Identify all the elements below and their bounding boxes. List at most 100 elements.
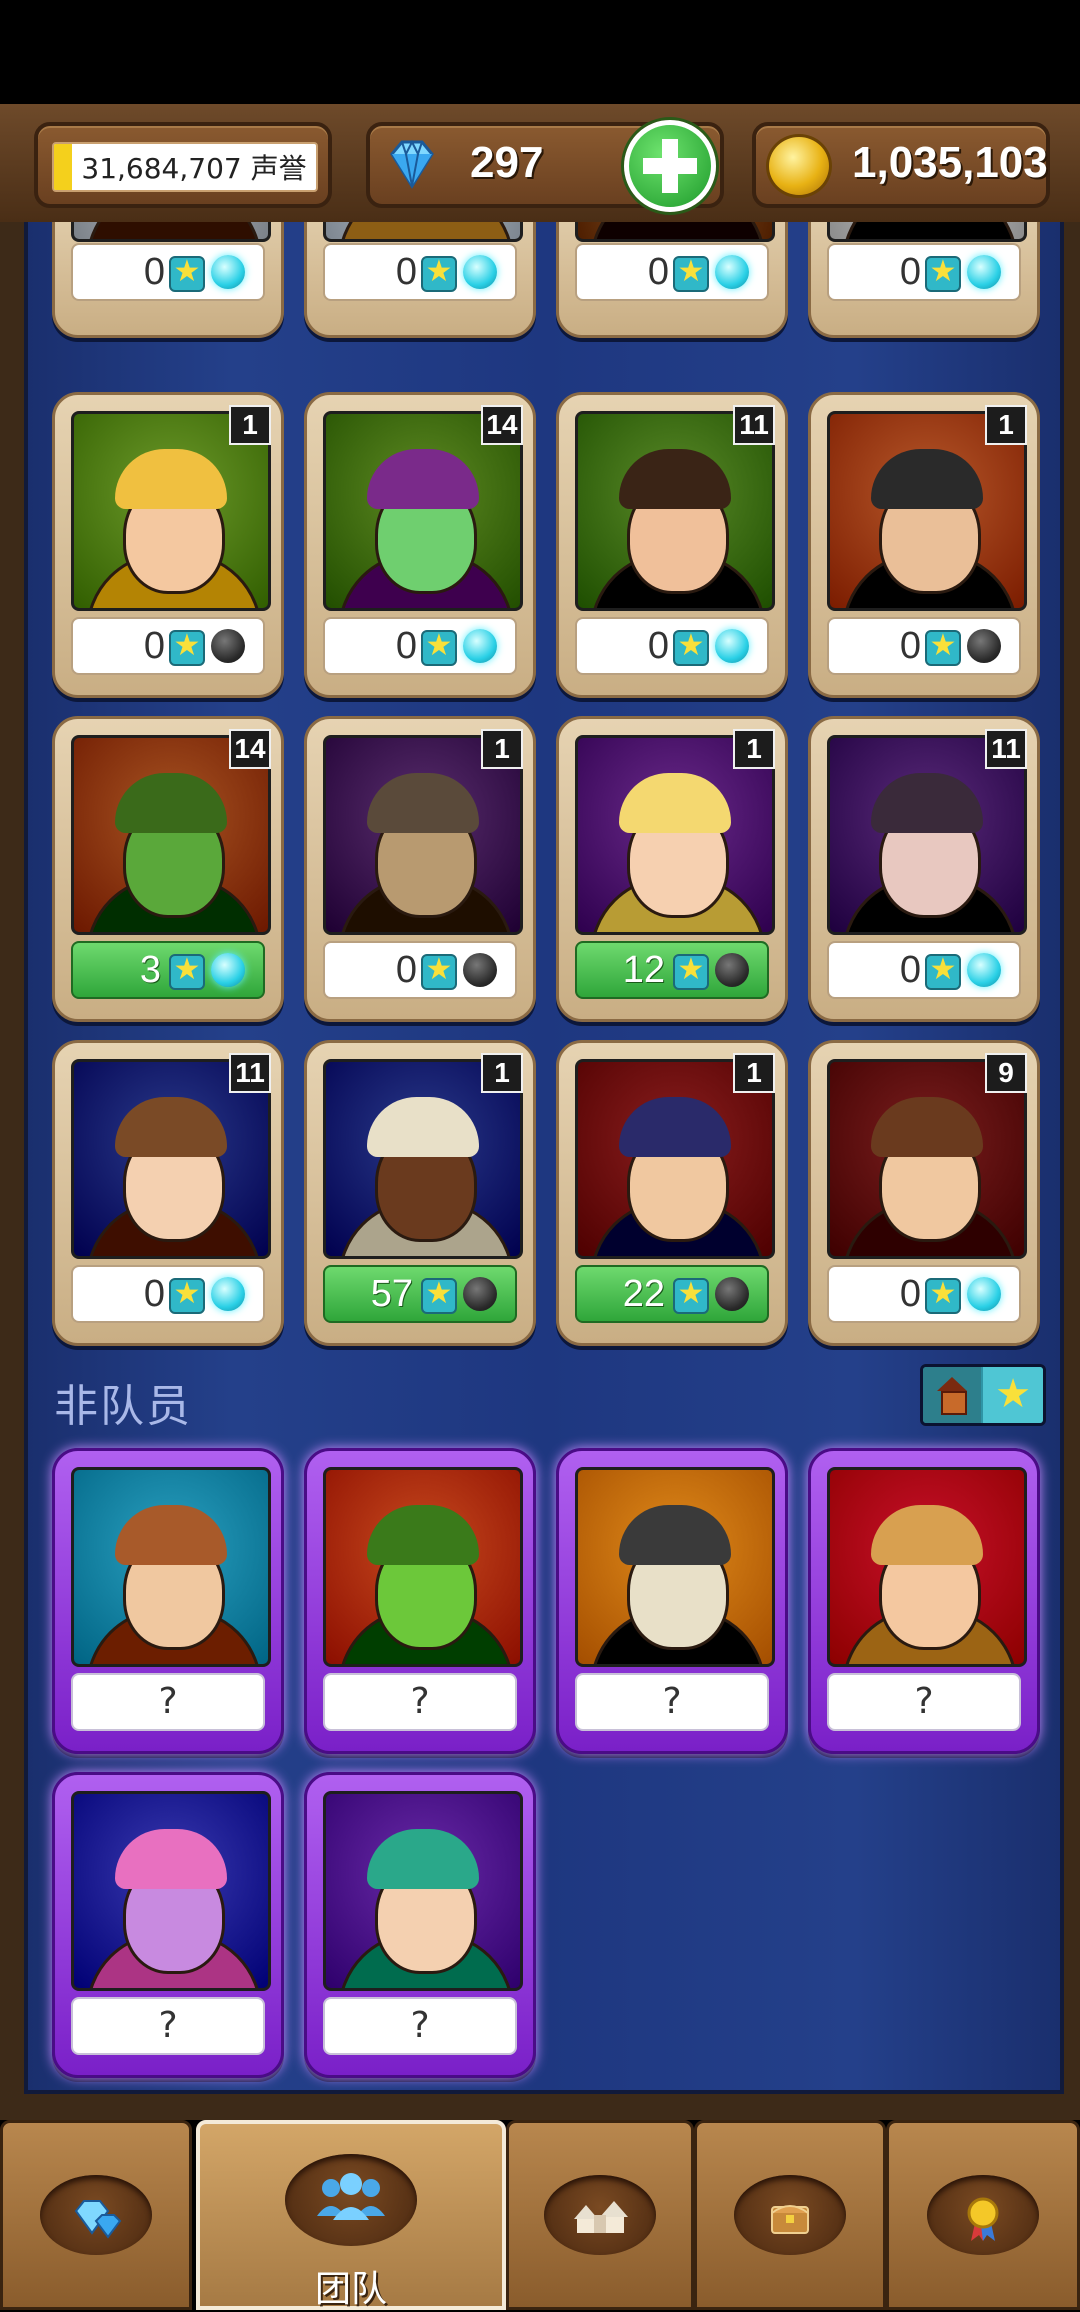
- diamond-icon: [390, 139, 434, 189]
- team-member-card[interactable]: 0: [304, 222, 536, 338]
- unknown-info-bar: ?: [323, 1673, 517, 1731]
- inactive-orb-icon: [967, 629, 1001, 663]
- star-icon: [421, 628, 457, 666]
- star-count: 0: [899, 949, 921, 991]
- active-orb-icon: [967, 1277, 1001, 1311]
- star-icon: [673, 1276, 709, 1314]
- status-bar: [0, 0, 1080, 104]
- tab-team-label: 团队: [314, 2269, 387, 2310]
- non-member-card[interactable]: ?: [304, 1772, 536, 2078]
- sort-toggle[interactable]: ★: [920, 1364, 1046, 1426]
- level-badge: 1: [229, 405, 271, 445]
- tab-chest[interactable]: [694, 2120, 886, 2310]
- star-info-bar: 0: [827, 243, 1021, 301]
- medal-icon: [967, 2197, 999, 2241]
- star-icon: [925, 952, 961, 990]
- star-icon: [673, 628, 709, 666]
- non-member-card[interactable]: ?: [304, 1448, 536, 1754]
- inactive-orb-icon: [211, 629, 245, 663]
- team-member-card[interactable]: 0: [556, 222, 788, 338]
- team-member-card[interactable]: 11 0: [808, 716, 1040, 1022]
- character-portrait: [575, 1467, 775, 1667]
- non-member-card[interactable]: ?: [808, 1448, 1040, 1754]
- team-icon: [317, 2173, 385, 2220]
- gold-panel[interactable]: 1,035,103: [752, 122, 1050, 208]
- team-member-card[interactable]: 10: [808, 392, 1040, 698]
- star-icon: [925, 254, 961, 292]
- inactive-orb-icon: [463, 1277, 497, 1311]
- star-icon: [673, 254, 709, 292]
- tab-gems[interactable]: [0, 2120, 192, 2310]
- star-count: 0: [143, 1273, 165, 1315]
- team-member-card[interactable]: 1 22: [556, 1040, 788, 1346]
- unknown-label: ?: [158, 1681, 178, 1722]
- level-badge: 11: [985, 729, 1027, 769]
- team-member-card[interactable]: 0: [52, 222, 284, 338]
- non-members-heading: 非队员: [54, 1381, 192, 1432]
- character-portrait: [827, 1467, 1027, 1667]
- character-portrait: [71, 222, 271, 242]
- gems-count: 297: [470, 138, 544, 187]
- character-hair: [367, 1828, 479, 1889]
- star-count: 0: [647, 625, 669, 667]
- tab-town[interactable]: [506, 2120, 694, 2310]
- character-portrait: [323, 222, 523, 242]
- tab-team[interactable]: 团队: [196, 2120, 506, 2310]
- character-hair: [871, 772, 983, 833]
- team-scroll-area[interactable]: 000010140110101431011211011015712290 非队员…: [24, 222, 1064, 2094]
- non-member-card[interactable]: ?: [52, 1448, 284, 1754]
- active-orb-icon: [715, 255, 749, 289]
- star-count: 0: [899, 1273, 921, 1315]
- tab-awards[interactable]: [886, 2120, 1080, 2310]
- team-member-card[interactable]: 11 0: [556, 392, 788, 698]
- inactive-orb-icon: [463, 953, 497, 987]
- star-icon: [169, 952, 205, 990]
- add-gems-button[interactable]: [624, 120, 716, 212]
- active-orb-icon: [463, 255, 497, 289]
- active-orb-icon: [967, 255, 1001, 289]
- fame-progress-fill: [54, 144, 72, 190]
- character-body: [338, 222, 514, 239]
- non-member-card[interactable]: ?: [52, 1772, 284, 2078]
- team-member-card[interactable]: 1 12: [556, 716, 788, 1022]
- star-icon: [421, 952, 457, 990]
- team-member-card[interactable]: 11 0: [52, 1040, 284, 1346]
- gems-panel[interactable]: 297: [366, 120, 724, 212]
- active-orb-icon: [211, 1277, 245, 1311]
- bottom-navigation: 团队: [0, 2120, 1080, 2310]
- tab-awards-disc: [927, 2175, 1039, 2255]
- active-orb-icon: [463, 629, 497, 663]
- team-member-card[interactable]: 14 0: [304, 392, 536, 698]
- character-hair: [619, 448, 731, 509]
- team-member-card[interactable]: 1 57: [304, 1040, 536, 1346]
- team-panel: 000010140110101431011211011015712290 非队员…: [0, 222, 1080, 2120]
- character-body: [842, 222, 1018, 239]
- star-count: 0: [395, 625, 417, 667]
- home-sort-icon[interactable]: [923, 1367, 981, 1423]
- team-member-card[interactable]: 90: [808, 1040, 1040, 1346]
- star-info-bar: 0: [71, 1265, 265, 1323]
- level-badge: 9: [985, 1053, 1027, 1093]
- team-member-card[interactable]: 0: [808, 222, 1040, 338]
- level-badge: 14: [481, 405, 523, 445]
- star-info-bar: 57: [323, 1265, 517, 1323]
- fame-panel[interactable]: 31,684,707 声誉: [34, 122, 332, 208]
- star-sort-icon[interactable]: ★: [983, 1367, 1043, 1423]
- non-member-card[interactable]: ?: [556, 1448, 788, 1754]
- character-portrait: [323, 1791, 523, 1991]
- character-hair: [367, 772, 479, 833]
- character-hair: [871, 448, 983, 509]
- star-icon: [925, 628, 961, 666]
- star-icon: [421, 254, 457, 292]
- character-portrait: [575, 222, 775, 242]
- gem-icon: [74, 2200, 122, 2239]
- team-member-card[interactable]: 10: [52, 392, 284, 698]
- team-member-card[interactable]: 14 3: [52, 716, 284, 1022]
- character-hair: [619, 1096, 731, 1157]
- character-hair: [871, 1096, 983, 1157]
- star-icon: [925, 1276, 961, 1314]
- tab-town-disc: [544, 2175, 656, 2255]
- character-hair: [367, 1096, 479, 1157]
- team-member-card[interactable]: 10: [304, 716, 536, 1022]
- buildings-icon: [574, 2201, 628, 2233]
